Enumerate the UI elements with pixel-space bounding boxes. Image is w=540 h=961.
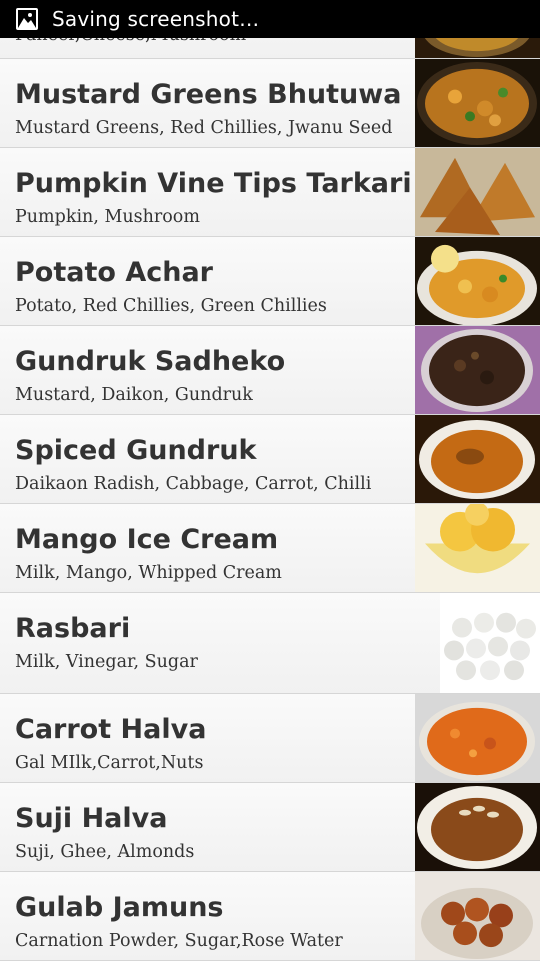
recipe-row[interactable]: Potato Achar Potato, Red Chillies, Green… [0,237,540,326]
recipe-ingredients: Daikaon Radish, Cabbage, Carrot, Chilli [15,474,372,494]
recipe-title: Gulab Jamuns [15,892,224,923]
recipe-row[interactable]: Rasbari Milk, Vinegar, Sugar [0,593,540,694]
recipe-title: Potato Achar [15,257,213,288]
recipe-row[interactable]: Gundruk Sadheko Mustard, Daikon, Gundruk [0,326,540,415]
recipe-ingredients: Mustard, Daikon, Gundruk [15,385,253,405]
recipe-thumbnail [415,872,540,960]
recipe-title: Spiced Gundruk [15,435,257,466]
recipe-ingredients: Mustard Greens, Red Chillies, Jwanu Seed [15,118,393,138]
recipe-ingredients: Pumpkin, Mushroom [15,207,200,227]
recipe-row[interactable]: Suji Halva Suji, Ghee, Almonds [0,783,540,872]
recipe-thumbnail [415,148,540,236]
recipe-ingredients: Milk, Mango, Whipped Cream [15,563,282,583]
recipe-row[interactable]: Gulab Jamuns Carnation Powder, Sugar,Ros… [0,872,540,961]
recipe-title: Mustard Greens Bhutuwa [15,79,402,110]
recipe-title: Pumpkin Vine Tips Tarkari [15,168,412,199]
recipe-title: Gundruk Sadheko [15,346,286,377]
recipe-thumbnail [415,59,540,147]
recipe-thumbnail [440,593,540,693]
recipe-title: Rasbari [15,613,131,644]
recipe-ingredients: Suji, Ghee, Almonds [15,842,195,862]
recipe-ingredients: Milk, Vinegar, Sugar [15,652,198,672]
recipe-thumbnail [415,237,540,325]
status-bar: Saving screenshot… [0,0,540,38]
recipe-row[interactable]: Pumpkin Vine Tips Tarkari Pumpkin, Mushr… [0,148,540,237]
recipe-row[interactable]: Mango Ice Cream Milk, Mango, Whipped Cre… [0,504,540,593]
recipe-row[interactable]: Spiced Gundruk Daikaon Radish, Cabbage, … [0,415,540,504]
recipe-title: Carrot Halva [15,714,207,745]
recipe-ingredients: Potato, Red Chillies, Green Chillies [15,296,327,316]
recipe-title: Suji Halva [15,803,168,834]
recipe-thumbnail [415,326,540,414]
recipe-row[interactable]: Carrot Halva Gal MIlk,Carrot,Nuts [0,694,540,783]
recipe-thumbnail [415,783,540,871]
recipe-thumbnail [415,694,540,782]
recipe-thumbnail [415,415,540,503]
image-icon [16,8,38,30]
status-text: Saving screenshot… [52,7,260,31]
recipe-title: Mango Ice Cream [15,524,279,555]
recipe-thumbnail [415,504,540,592]
recipe-row[interactable]: Mustard Greens Bhutuwa Mustard Greens, R… [0,59,540,148]
recipe-ingredients: Gal MIlk,Carrot,Nuts [15,753,204,773]
recipe-ingredients: Carnation Powder, Sugar,Rose Water [15,931,343,951]
